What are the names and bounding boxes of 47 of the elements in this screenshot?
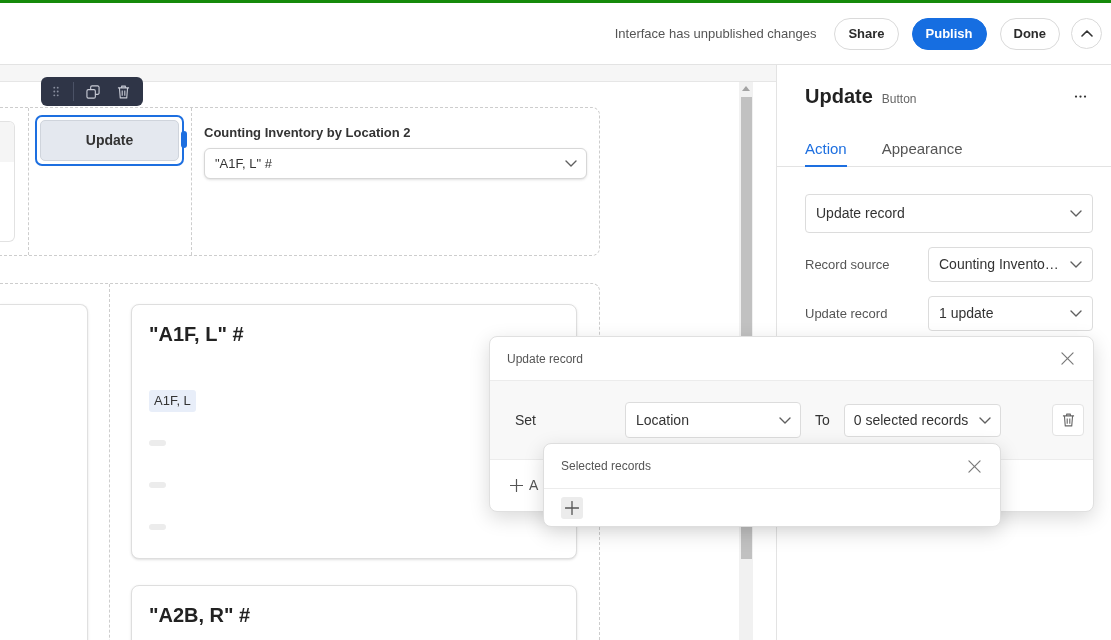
status-text: Interface has unpublished changes xyxy=(614,24,817,43)
chevron-down-icon xyxy=(1070,210,1082,217)
to-label: To xyxy=(815,410,830,430)
action-select[interactable]: Update record xyxy=(805,194,1093,233)
plus-icon xyxy=(510,479,523,492)
chevron-down-icon xyxy=(978,416,991,424)
publish-button[interactable]: Publish xyxy=(911,17,987,50)
trash-icon xyxy=(1061,413,1075,427)
collapse-button[interactable] xyxy=(1071,18,1102,49)
popup-title: Selected records xyxy=(561,458,652,475)
popup-title: Update record xyxy=(507,350,584,368)
setting-label: Record source xyxy=(805,255,891,274)
close-icon[interactable] xyxy=(968,459,981,473)
tab[interactable]: Action xyxy=(805,139,847,167)
setting-select[interactable]: Counting Invento… xyxy=(928,247,1093,282)
chevron-up-icon xyxy=(1080,30,1093,37)
add-record-button[interactable] xyxy=(561,497,583,519)
plus-icon xyxy=(565,501,579,515)
card-title: "A2B, R" # xyxy=(149,603,252,628)
delete-button[interactable] xyxy=(1052,404,1084,436)
add-button[interactable]: A xyxy=(510,475,539,496)
set-label: Set xyxy=(515,410,537,430)
scroll-up-arrow-icon[interactable] xyxy=(742,86,750,91)
chevron-down-icon xyxy=(1070,310,1082,317)
update-button[interactable]: Update xyxy=(40,120,179,161)
chevron-down-icon xyxy=(779,416,791,424)
trash-icon[interactable] xyxy=(117,84,130,99)
close-icon[interactable] xyxy=(1061,352,1074,365)
drag-handle-icon[interactable] xyxy=(53,86,59,97)
chevron-down-icon xyxy=(565,160,577,167)
field-select[interactable]: Location xyxy=(625,402,801,438)
setting-label: Update record xyxy=(805,304,889,323)
setting-select[interactable]: 1 update xyxy=(928,296,1093,331)
chevron-down-icon xyxy=(1070,261,1082,268)
dropdown-select[interactable]: "A1F, L" # xyxy=(204,148,587,179)
panel-title: Update xyxy=(805,84,873,109)
done-button[interactable]: Done xyxy=(999,17,1060,50)
field-label: Counting Inventory by Location 2 xyxy=(204,124,412,142)
resize-handle[interactable] xyxy=(181,131,187,148)
card-title: "A1F, L" # xyxy=(149,322,245,347)
duplicate-icon[interactable] xyxy=(86,84,100,99)
share-button[interactable]: Share xyxy=(834,17,899,50)
more-icon[interactable] xyxy=(1074,94,1087,98)
value-select[interactable]: 0 selected records xyxy=(843,403,1001,437)
element-type-label: Button xyxy=(881,91,917,108)
tab[interactable]: Appearance xyxy=(881,139,963,167)
tag: A1F, L xyxy=(149,390,196,412)
